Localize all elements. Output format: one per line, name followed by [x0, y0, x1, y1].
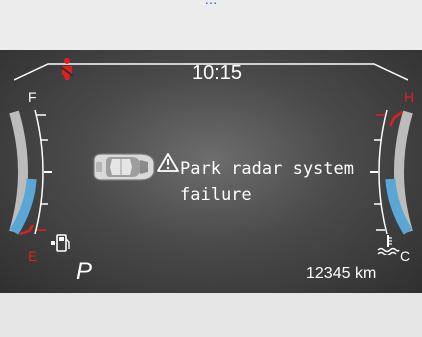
bottom-strip	[0, 293, 422, 337]
coolant-temperature-icon	[377, 235, 400, 255]
seatbelt-warning-icon	[60, 58, 74, 80]
clock: 10:15	[191, 62, 243, 84]
car-topview-icon	[93, 153, 155, 181]
fuel-gauge	[9, 109, 52, 236]
temp-cold-label: C	[400, 248, 411, 264]
fuel-full-label: F	[28, 89, 37, 105]
gear-indicator: P	[76, 258, 93, 285]
fuel-empty-label: E	[28, 248, 38, 264]
fuel-pump-icon	[51, 234, 70, 252]
instrument-cluster: 10:15 F E H C Park radar system failure …	[0, 50, 422, 293]
warning-message: Park radar system failure	[180, 159, 354, 205]
top-caption: ...	[0, 0, 422, 9]
temp-hot-label: H	[404, 89, 415, 105]
top-strip: ...	[0, 0, 422, 50]
warning-triangle-icon	[157, 153, 179, 172]
odometer: 12345 km	[306, 265, 377, 282]
